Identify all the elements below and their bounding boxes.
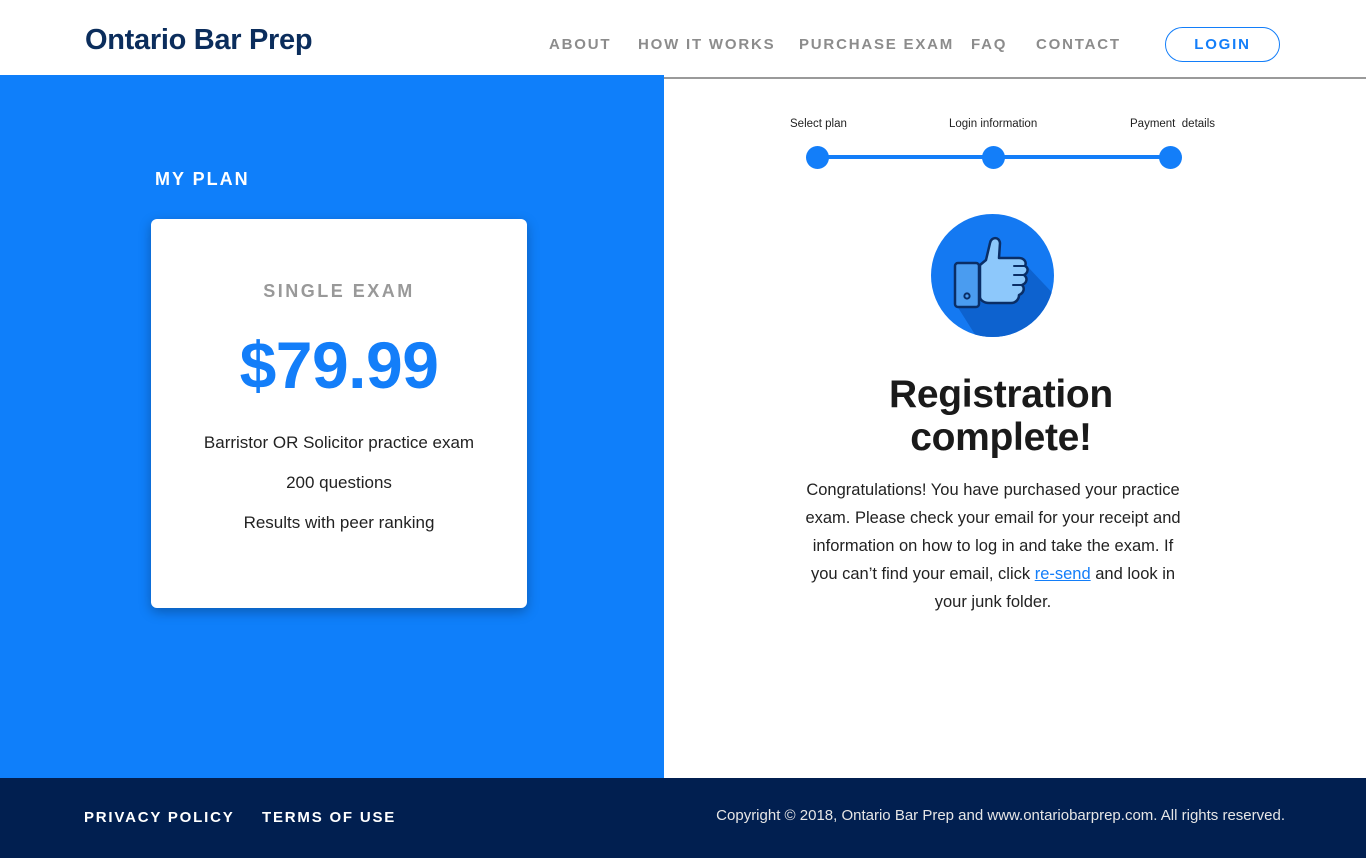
step-label-payment-details: Payment details (1130, 118, 1216, 130)
resend-link[interactable]: re-send (1035, 565, 1091, 583)
site-logo[interactable]: Ontario Bar Prep (85, 24, 313, 57)
progress-stepper: Select plan Login information Payment de… (780, 118, 1230, 178)
privacy-policy-link[interactable]: PRIVACY POLICY (84, 809, 235, 826)
nav-purchase-exam[interactable]: PURCHASE EXAM (799, 36, 954, 53)
plan-feature: Barristor OR Solicitor practice exam (203, 433, 475, 452)
terms-of-use-link[interactable]: TERMS OF USE (262, 809, 396, 826)
nav-contact[interactable]: CONTACT (1036, 36, 1121, 53)
step-dot-payment-details (1159, 146, 1182, 169)
header-divider (664, 77, 1366, 79)
site-footer: PRIVACY POLICY TERMS OF USE Copyright © … (0, 778, 1366, 858)
plan-heading: MY PLAN (155, 169, 250, 189)
plan-card: SINGLE EXAM $79.99 Barristor OR Solicito… (151, 219, 527, 608)
site-header: Ontario Bar Prep ABOUT HOW IT WORKS PURC… (0, 0, 1366, 78)
plan-name: SINGLE EXAM (263, 281, 415, 301)
plan-price: $79.99 (239, 328, 439, 402)
step-label-login-information: Login information (949, 118, 1038, 130)
step-label-select-plan: Select plan (790, 118, 847, 130)
plan-feature: Results with peer ranking (243, 513, 435, 532)
nav-about[interactable]: ABOUT (549, 36, 611, 53)
confirmation-message: Congratulations! You have purchased your… (803, 476, 1183, 616)
copyright-text: Copyright © 2018, Ontario Bar Prep and w… (716, 807, 1285, 824)
thumbs-up-icon (931, 214, 1054, 337)
plan-feature: 200 questions (286, 473, 392, 492)
nav-how-it-works[interactable]: HOW IT WORKS (638, 36, 775, 53)
registration-complete-title: Registration complete! (889, 373, 1113, 459)
step-dot-select-plan (806, 146, 829, 169)
step-dot-login-information (982, 146, 1005, 169)
login-button[interactable]: LOGIN (1165, 27, 1280, 62)
nav-faq[interactable]: FAQ (971, 36, 1007, 53)
